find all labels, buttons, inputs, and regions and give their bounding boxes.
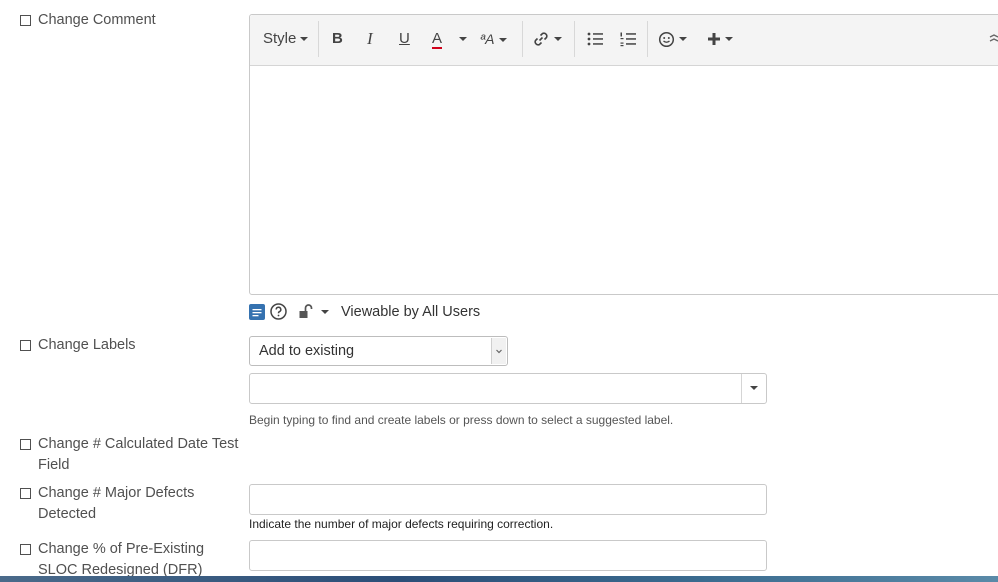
major-defects-input[interactable] [249, 484, 767, 515]
change-major-defects-label-line2: Detected [38, 506, 97, 522]
select-arrow[interactable] [491, 338, 506, 364]
toolbar-separator [647, 21, 648, 57]
help-icon[interactable] [270, 303, 287, 320]
font-size-dropdown[interactable]: ªA [480, 28, 507, 50]
chevron-down-icon [679, 37, 687, 42]
change-calculated-date-checkbox[interactable] [20, 439, 31, 450]
labels-input[interactable] [249, 373, 767, 404]
change-major-defects-row[interactable]: Change # Major Defects Detected [20, 483, 194, 525]
change-labels-label: Change Labels [38, 337, 136, 353]
change-major-defects-checkbox[interactable] [20, 488, 31, 499]
bullet-list-button[interactable] [586, 28, 604, 50]
change-pre-existing-row[interactable]: Change % of Pre-Existing SLOC Redesigned… [20, 539, 204, 581]
style-dropdown[interactable]: Style [263, 28, 309, 50]
change-labels-row[interactable]: Change Labels [20, 335, 136, 356]
toolbar-separator [318, 21, 319, 57]
chevron-down-icon [496, 349, 502, 354]
underline-button[interactable]: U [399, 28, 410, 50]
editor-format-icon[interactable] [249, 304, 265, 320]
toolbar-separator [522, 21, 523, 57]
unlock-icon[interactable] [298, 303, 314, 319]
change-calculated-date-label-line2: Field [38, 457, 70, 473]
labels-help-text: Begin typing to find and create labels o… [249, 413, 674, 427]
text-color-dropdown[interactable] [455, 28, 467, 50]
insert-more-dropdown[interactable] [707, 28, 733, 50]
chevron-down-icon[interactable] [321, 310, 329, 314]
change-major-defects-label-line1: Change # Major Defects [38, 485, 195, 501]
change-pre-existing-label-line1: Change % of Pre-Existing [38, 541, 205, 557]
change-pre-existing-checkbox[interactable] [20, 544, 31, 555]
change-comment-checkbox[interactable] [20, 15, 31, 26]
emoticon-dropdown[interactable] [658, 28, 687, 50]
smiley-icon [658, 31, 675, 47]
combo-divider [741, 374, 742, 403]
labels-dropdown-toggle[interactable] [750, 386, 758, 390]
labels-mode-select[interactable]: Add to existing [249, 336, 508, 366]
plus-icon [708, 33, 720, 46]
toolbar-separator [574, 21, 575, 57]
change-labels-checkbox[interactable] [20, 340, 31, 351]
major-defects-help-text: Indicate the number of major defects req… [249, 517, 554, 531]
change-calculated-date-label-line1: Change # Calculated Date Test [38, 436, 239, 452]
double-chevron-icon [989, 34, 998, 42]
editor-content-area[interactable] [250, 66, 998, 294]
link-dropdown[interactable] [532, 28, 562, 50]
link-icon [534, 32, 548, 46]
bold-button[interactable]: B [332, 28, 343, 50]
editor-toolbar: Style B I U A ªA [250, 15, 998, 66]
text-color-label: A [432, 30, 443, 49]
chevron-down-icon [459, 37, 467, 42]
text-color-button[interactable]: A [432, 28, 443, 50]
chevron-down-icon [554, 37, 562, 42]
comment-editor[interactable]: Style B I U A ªA [249, 14, 998, 295]
labels-mode-value: Add to existing [259, 343, 355, 359]
chevron-down-icon [498, 38, 507, 43]
numbered-list-icon [620, 32, 636, 47]
italic-button[interactable]: I [367, 28, 373, 50]
viewable-by-label: Viewable by All Users [341, 304, 481, 320]
numbered-list-button[interactable] [619, 28, 637, 50]
change-calculated-date-row[interactable]: Change # Calculated Date Test Field [20, 434, 238, 476]
collapse-toolbar-icon[interactable] [988, 28, 998, 50]
taskbar-strip [0, 576, 998, 582]
change-comment-label: Change Comment [38, 12, 156, 28]
style-dropdown-label: Style [263, 30, 297, 47]
font-size-label: ªA [480, 31, 495, 47]
bullet-list-icon [587, 32, 603, 46]
chevron-down-icon [300, 37, 309, 42]
change-comment-row[interactable]: Change Comment [20, 10, 156, 31]
chevron-down-icon [725, 37, 733, 42]
pre-existing-input[interactable] [249, 540, 767, 571]
